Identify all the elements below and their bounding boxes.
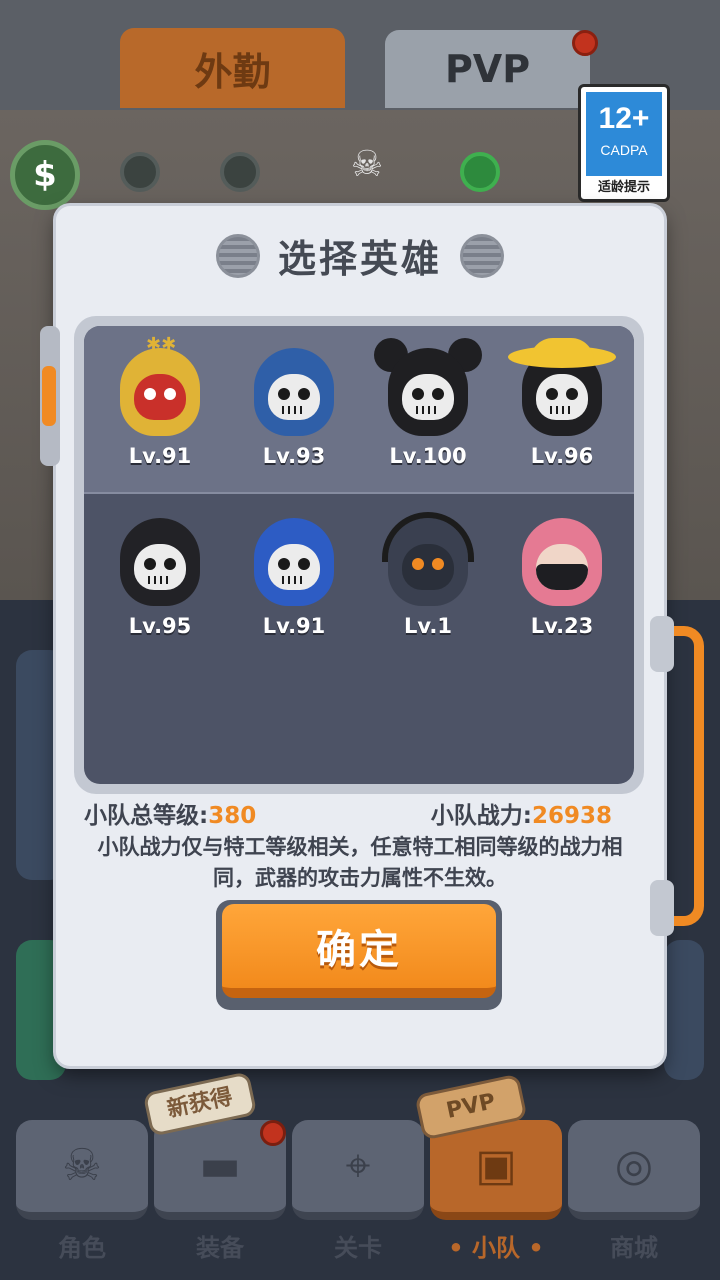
confirm-button-frame: 确定 [216,900,502,1010]
hero-level: Lv.93 [262,444,326,468]
nav-label-squad: • 小队 • [448,1234,544,1262]
progress-node [460,152,500,192]
dialog-title: 选择英雄 [277,237,442,281]
bottom-nav: ☠ 角色 ▬ 装备 ⌖ 关卡 ▣ • 小队 • ◎ 商城 [0,1110,720,1280]
bolt-icon [460,234,504,278]
notification-dot [260,1120,286,1146]
gun-icon: ▬ [199,1140,241,1191]
hero-level: Lv.95 [128,614,192,638]
hero-card[interactable]: Lv.1 [368,508,488,658]
progress-node [220,152,260,192]
progress-node [120,152,160,192]
hero-grid: ✱✱ Lv.91 Lv.93 Lv.100 Lv.96 Lv.95 Lv.91 … [84,326,634,784]
hero-card[interactable]: ✱✱ Lv.91 [100,334,220,488]
hero-level: Lv.100 [389,444,467,468]
hero-avatar [254,348,334,436]
nav-label-equipment: 装备 [196,1234,244,1262]
nav-label-stage: 关卡 [334,1234,382,1262]
squad-power-label: 小队战力: [430,803,532,829]
confirm-button[interactable]: 确定 [222,904,496,998]
hero-level: Lv.1 [404,614,452,638]
modal-handle [650,616,704,936]
hero-avatar [388,348,468,436]
skull-icon: ☠ [62,1140,102,1191]
squad-icon: ▣ [475,1140,517,1191]
background-card [664,940,704,1080]
hero-card[interactable]: Lv.93 [234,338,354,488]
tab-pvp[interactable]: PVP [385,30,598,108]
nav-item-role[interactable]: ☠ [16,1120,148,1220]
hero-avatar [254,518,334,606]
nav-item-stage[interactable]: ⌖ [292,1120,424,1220]
tab-pvp-label: PVP [444,47,531,91]
hero-card[interactable]: Lv.100 [368,338,488,488]
map-pin-icon: ⌖ [345,1140,371,1191]
age-rating: 12+ [598,102,650,135]
hero-level: Lv.91 [262,614,326,638]
dollar-icon: $ [33,155,57,195]
select-hero-dialog: 选择英雄 ✱✱ Lv.91 Lv.93 Lv.100 Lv.96 Lv.95 L… [40,206,704,1066]
coin-button[interactable]: $ [10,140,80,210]
age-rating-badge: 12+ CADPA 适龄提示 [578,84,670,202]
hero-avatar [120,348,200,436]
rating-tip: 适龄提示 [597,180,650,195]
notification-dot [572,30,598,56]
tab-field[interactable]: 外勤 [120,28,345,108]
hero-level: Lv.96 [530,444,594,468]
skull-icon: ☠ [350,144,384,185]
squad-note: 小队战力仅与特工等级相关，任意特工相同等级的战力相同，武器的攻击力属性不生效。 [97,835,623,890]
hero-grid-panel: ✱✱ Lv.91 Lv.93 Lv.100 Lv.96 Lv.95 Lv.91 … [74,316,644,794]
modal-latch [40,326,60,466]
hero-card[interactable]: Lv.91 [234,508,354,658]
hero-level: Lv.91 [128,444,192,468]
squad-total-level: 小队总等级:380 [84,796,256,830]
nav-label-shop: 商城 [610,1234,658,1262]
squad-level-value: 380 [208,803,257,829]
hero-level: Lv.23 [530,614,594,638]
rating-org: CADPA [600,142,648,158]
nav-item-shop[interactable]: ◎ [568,1120,700,1220]
hero-card[interactable]: Lv.23 [502,508,622,658]
shop-icon: ◎ [614,1140,654,1191]
nav-label-role: 角色 [58,1234,106,1262]
hero-card[interactable]: Lv.96 [502,338,622,488]
squad-level-label: 小队总等级: [84,803,209,829]
hero-avatar [522,518,602,606]
hero-avatar [120,518,200,606]
squad-power-value: 26938 [531,803,612,829]
squad-power: 小队战力:26938 [431,796,612,830]
hero-card[interactable]: Lv.95 [100,508,220,658]
